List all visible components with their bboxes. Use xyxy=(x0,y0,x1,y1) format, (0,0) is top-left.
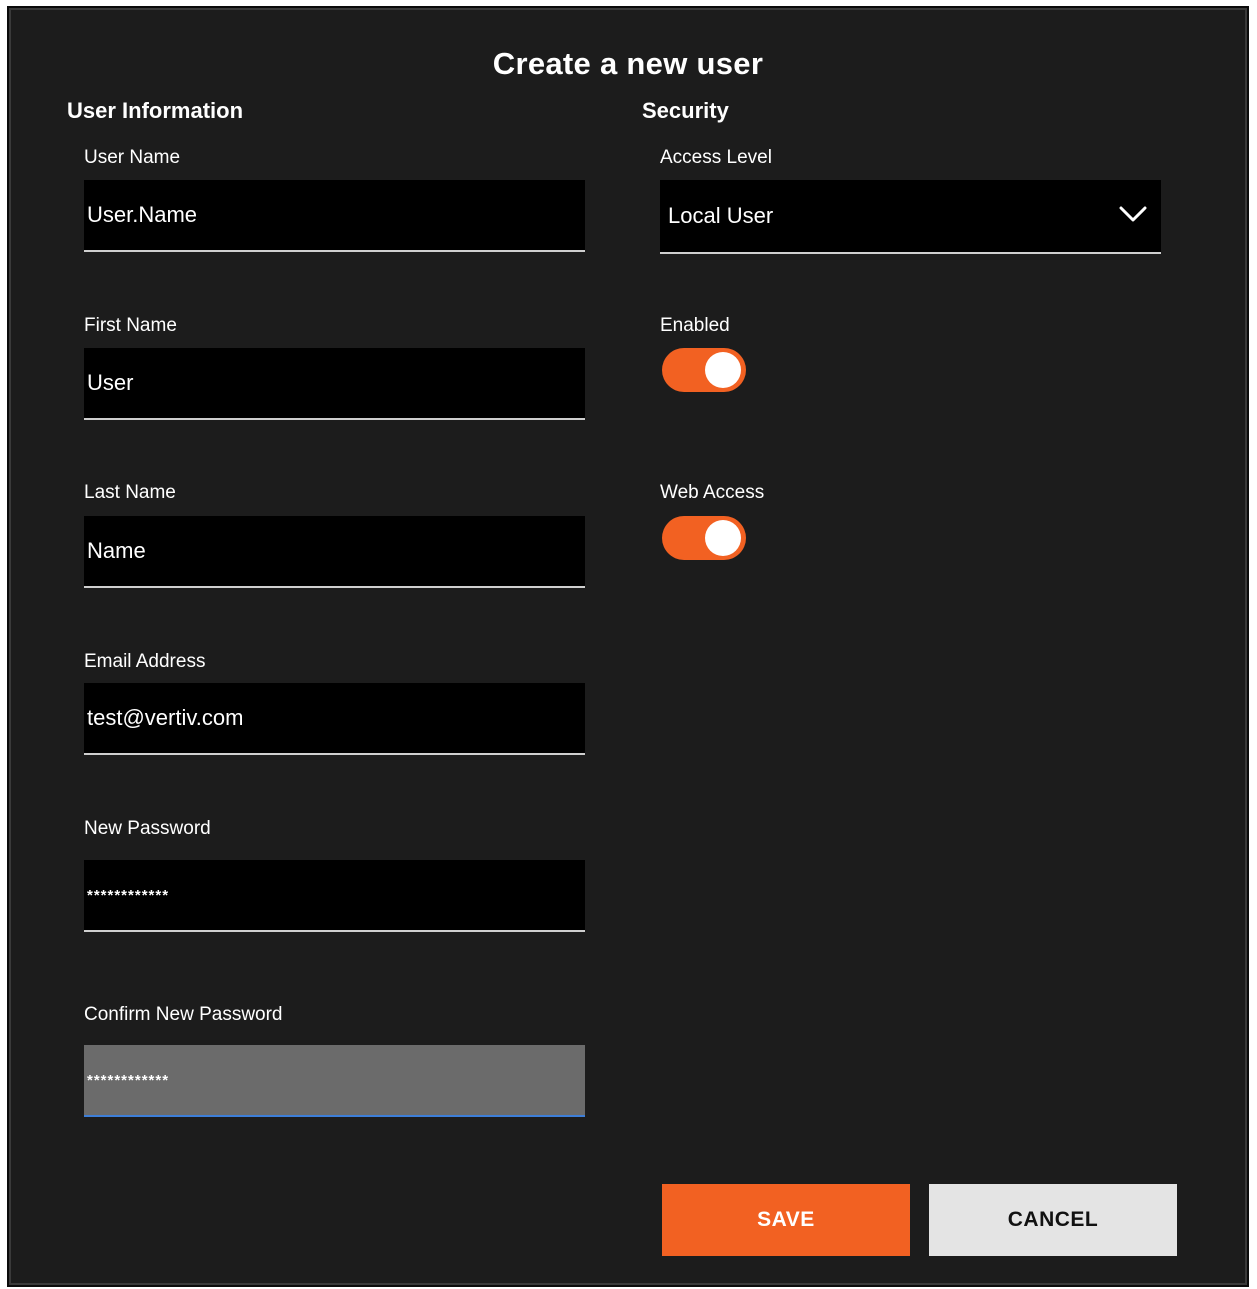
user-name-input[interactable]: User.Name xyxy=(84,180,585,252)
dialog-title: Create a new user xyxy=(492,46,764,81)
create-user-dialog: Create a new user User Information User … xyxy=(7,6,1249,1287)
first-name-label: First Name xyxy=(84,315,177,336)
security-heading: Security xyxy=(642,98,729,123)
last-name-value: Name xyxy=(87,538,146,563)
save-button[interactable]: SAVE xyxy=(662,1184,910,1256)
email-label: Email Address xyxy=(84,651,206,672)
email-input[interactable]: test@vertiv.com xyxy=(84,683,585,755)
enabled-toggle-knob xyxy=(705,352,741,388)
user-information-heading: User Information xyxy=(67,98,244,123)
user-name-value: User.Name xyxy=(87,202,198,227)
web-access-toggle-knob xyxy=(705,520,741,556)
access-level-value: Local User xyxy=(668,203,774,228)
access-level-select[interactable]: Local User xyxy=(660,180,1161,254)
access-level-label: Access Level xyxy=(660,147,772,168)
chevron-down-icon xyxy=(1119,206,1147,222)
user-name-label: User Name xyxy=(84,147,181,168)
last-name-label: Last Name xyxy=(84,482,176,503)
confirm-password-value: ************ xyxy=(87,1071,170,1089)
new-password-input[interactable]: ************ xyxy=(84,860,585,932)
cancel-button[interactable]: CANCEL xyxy=(929,1184,1177,1256)
confirm-password-input[interactable]: ************ xyxy=(84,1045,585,1117)
new-password-label: New Password xyxy=(84,818,211,839)
last-name-input[interactable]: Name xyxy=(84,516,585,588)
new-password-value: ************ xyxy=(87,886,170,904)
enabled-label: Enabled xyxy=(660,315,730,336)
web-access-toggle[interactable] xyxy=(662,516,746,560)
web-access-label: Web Access xyxy=(660,482,765,503)
confirm-password-label: Confirm New Password xyxy=(84,1004,283,1025)
first-name-value: User xyxy=(87,370,134,395)
email-value: test@vertiv.com xyxy=(87,705,244,730)
enabled-toggle[interactable] xyxy=(662,348,746,392)
first-name-input[interactable]: User xyxy=(84,348,585,420)
